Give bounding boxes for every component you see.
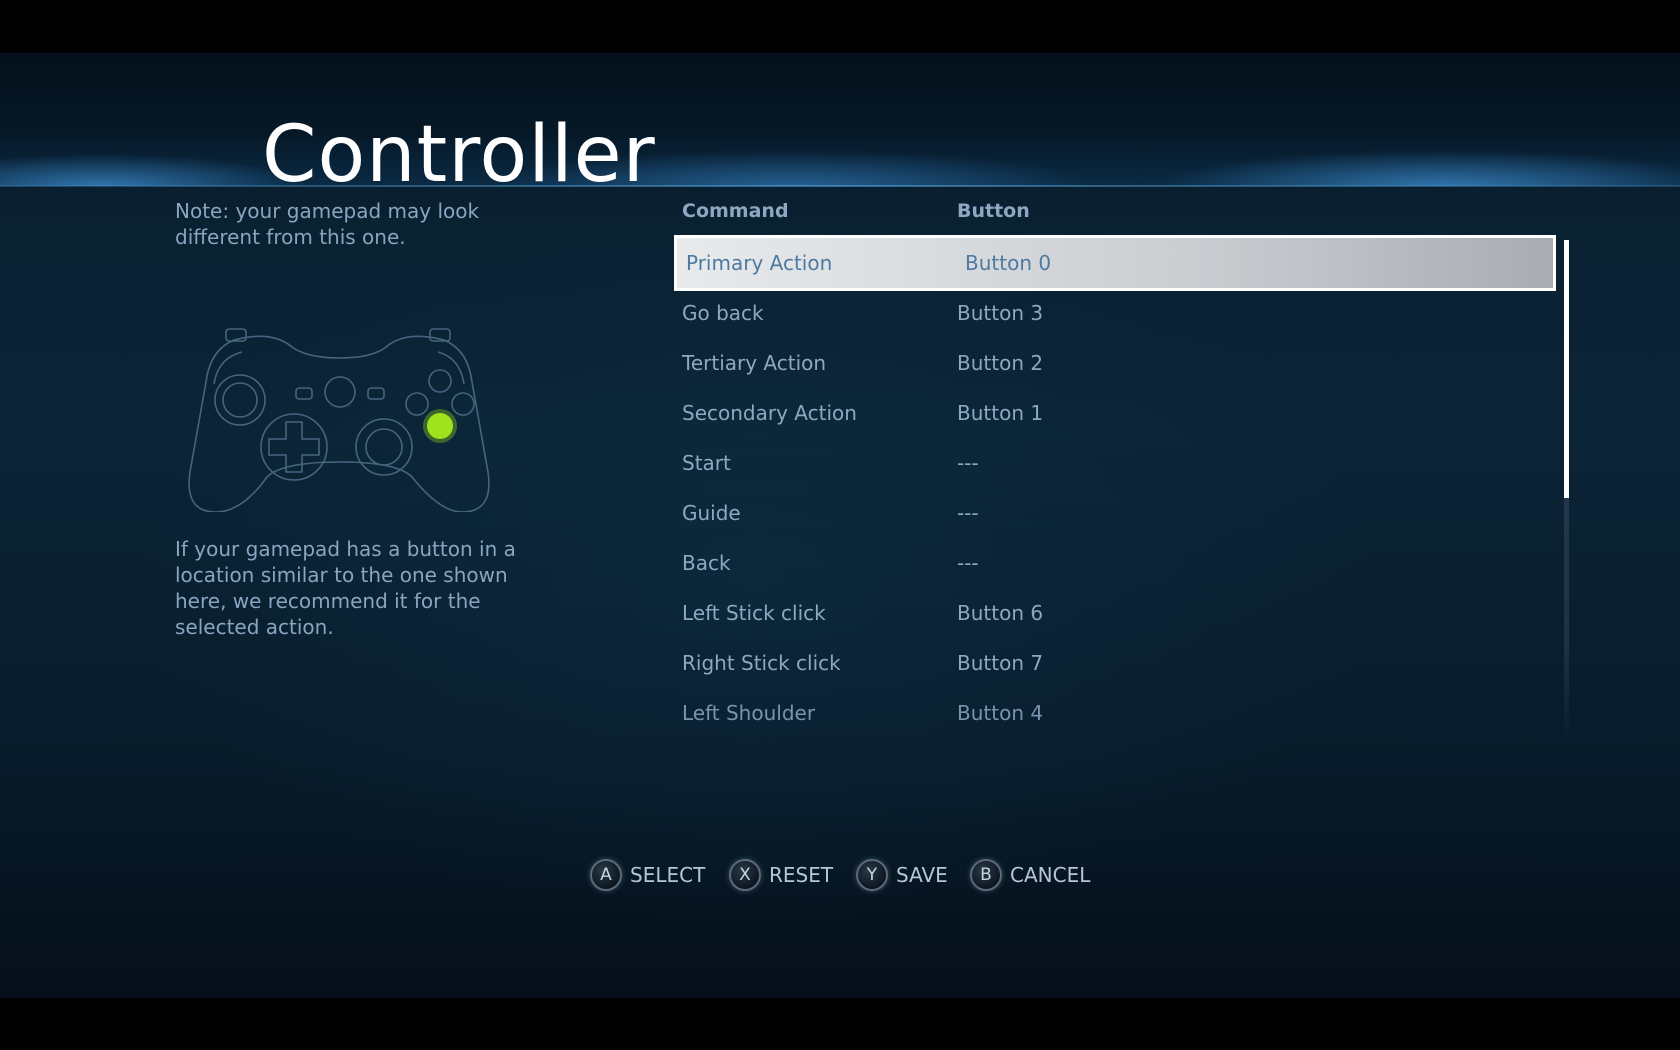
button-hints-bar: A SELECT X RESET Y SAVE B CANCEL [0,850,1680,900]
column-header-command: Command [682,200,789,222]
binding-row-left-shoulder[interactable]: Left Shoulder Button 4 [674,688,1556,738]
gamepad-note: Note: your gamepad may look different fr… [175,199,480,249]
command-label: Go back [682,301,764,325]
binding-row-primary-action[interactable]: Primary Action Button 0 [674,235,1556,291]
reset-hint-label: RESET [769,863,834,887]
gamepad-diagram-icon [188,328,490,512]
binding-row-secondary-action[interactable]: Secondary Action Button 1 [674,388,1556,438]
guide-button-shape [324,376,356,408]
highlighted-button-dot [427,413,453,439]
command-label: Secondary Action [682,401,857,425]
command-label: Start [682,451,731,475]
select-hint-label: SELECT [630,863,706,887]
b-button-icon: B [970,859,1002,891]
binding-row-guide[interactable]: Guide --- [674,488,1556,538]
left-stick [222,382,258,418]
binding-row-left-stick-click[interactable]: Left Stick click Button 6 [674,588,1556,638]
button-value: Button 6 [957,601,1044,625]
button-value: --- [957,501,979,525]
binding-row-tertiary-action[interactable]: Tertiary Action Button 2 [674,338,1556,388]
button-value: Button 7 [957,651,1044,675]
dpad-ring [260,413,328,481]
page-title: Controller [262,110,656,200]
button-value: Button 4 [957,701,1044,725]
start-button-shape [367,387,385,400]
recommend-note: If your gamepad has a button in a locati… [175,537,516,639]
gamepad-inner-edge [213,351,465,385]
binding-row-back[interactable]: Back --- [674,538,1556,588]
save-hint-label: SAVE [896,863,948,887]
binding-row-right-stick-click[interactable]: Right Stick click Button 7 [674,638,1556,688]
header-glow [0,123,1680,186]
header-divider [0,185,1680,187]
column-header-button: Button [957,200,1030,222]
a-button-icon: A [590,859,622,891]
button-value: Button 0 [965,251,1052,275]
binding-row-start[interactable]: Start --- [674,438,1556,488]
right-stick [365,428,403,466]
face-button-right [451,392,475,416]
command-label: Tertiary Action [682,351,827,375]
command-label: Left Shoulder [682,701,816,725]
command-label: Right Stick click [682,651,841,675]
face-button-top [428,369,452,393]
back-button-shape [295,387,313,400]
select-hint[interactable]: A SELECT [590,850,705,900]
binding-row-go-back[interactable]: Go back Button 3 [674,288,1556,338]
dpad [268,421,320,473]
button-value: Button 2 [957,351,1044,375]
button-value: Button 1 [957,401,1044,425]
scrollbar-thumb[interactable] [1564,240,1569,498]
binding-list: Primary Action Button 0 Go back Button 3… [674,235,1556,798]
command-label: Guide [682,501,741,525]
button-value: --- [957,451,979,475]
cancel-hint[interactable]: B CANCEL [970,850,1090,900]
save-hint[interactable]: Y SAVE [856,850,948,900]
face-button-left [405,392,429,416]
y-button-icon: Y [856,859,888,891]
button-value: Button 3 [957,301,1044,325]
command-label: Back [682,551,731,575]
command-label: Primary Action [686,251,833,275]
x-button-icon: X [729,859,761,891]
command-label: Left Stick click [682,601,826,625]
reset-hint[interactable]: X RESET [729,850,833,900]
cancel-hint-label: CANCEL [1010,863,1091,887]
button-value: --- [957,551,979,575]
right-stick-ring [355,418,413,476]
